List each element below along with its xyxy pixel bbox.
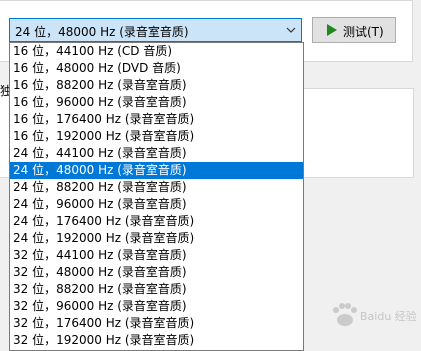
format-option[interactable]: 16 位，192000 Hz (录音室音质) — [10, 128, 303, 145]
baidu-watermark-logo: Baidu 经验 — [333, 303, 417, 326]
test-button[interactable]: 测试(T) — [312, 17, 396, 43]
format-option[interactable]: 16 位，88200 Hz (录音室音质) — [10, 77, 303, 94]
svg-text:Baidu 经验: Baidu 经验 — [360, 309, 417, 323]
format-option[interactable]: 32 位，96000 Hz (录音室音质) — [10, 298, 303, 315]
format-option[interactable]: 16 位，48000 Hz (DVD 音质) — [10, 60, 303, 77]
play-icon — [327, 24, 337, 36]
format-option[interactable]: 24 位，176400 Hz (录音室音质) — [10, 213, 303, 230]
format-option[interactable]: 32 位，176400 Hz (录音室音质) — [10, 315, 303, 332]
format-option[interactable]: 24 位，192000 Hz (录音室音质) — [10, 230, 303, 247]
settings-panel-middle — [300, 88, 414, 178]
format-option[interactable]: 24 位，88200 Hz (录音室音质) — [10, 179, 303, 196]
default-format-combobox[interactable]: 24 位，48000 Hz (录音室音质) — [9, 18, 302, 42]
chevron-down-icon — [286, 27, 296, 33]
format-option[interactable]: 24 位，96000 Hz (录音室音质) — [10, 196, 303, 213]
format-option[interactable]: 24 位，44100 Hz (录音室音质) — [10, 145, 303, 162]
format-option[interactable]: 32 位，48000 Hz (录音室音质) — [10, 264, 303, 281]
format-option[interactable]: 32 位，44100 Hz (录音室音质) — [10, 247, 303, 264]
combobox-value: 24 位，48000 Hz (录音室音质) — [15, 25, 189, 39]
test-button-label: 测试(T) — [343, 25, 384, 39]
format-option[interactable]: 32 位，192000 Hz (录音室音质) — [10, 332, 303, 349]
format-dropdown-list[interactable]: 16 位，44100 Hz (CD 音质) 16 位，48000 Hz (DVD … — [9, 42, 304, 351]
format-option[interactable]: 16 位，176400 Hz (录音室音质) — [10, 111, 303, 128]
format-option[interactable]: 16 位，44100 Hz (CD 音质) — [10, 43, 303, 60]
format-option[interactable]: 16 位，96000 Hz (录音室音质) — [10, 94, 303, 111]
format-option[interactable]: 24 位，48000 Hz (录音室音质) — [10, 162, 303, 179]
format-option[interactable]: 32 位，88200 Hz (录音室音质) — [10, 281, 303, 298]
